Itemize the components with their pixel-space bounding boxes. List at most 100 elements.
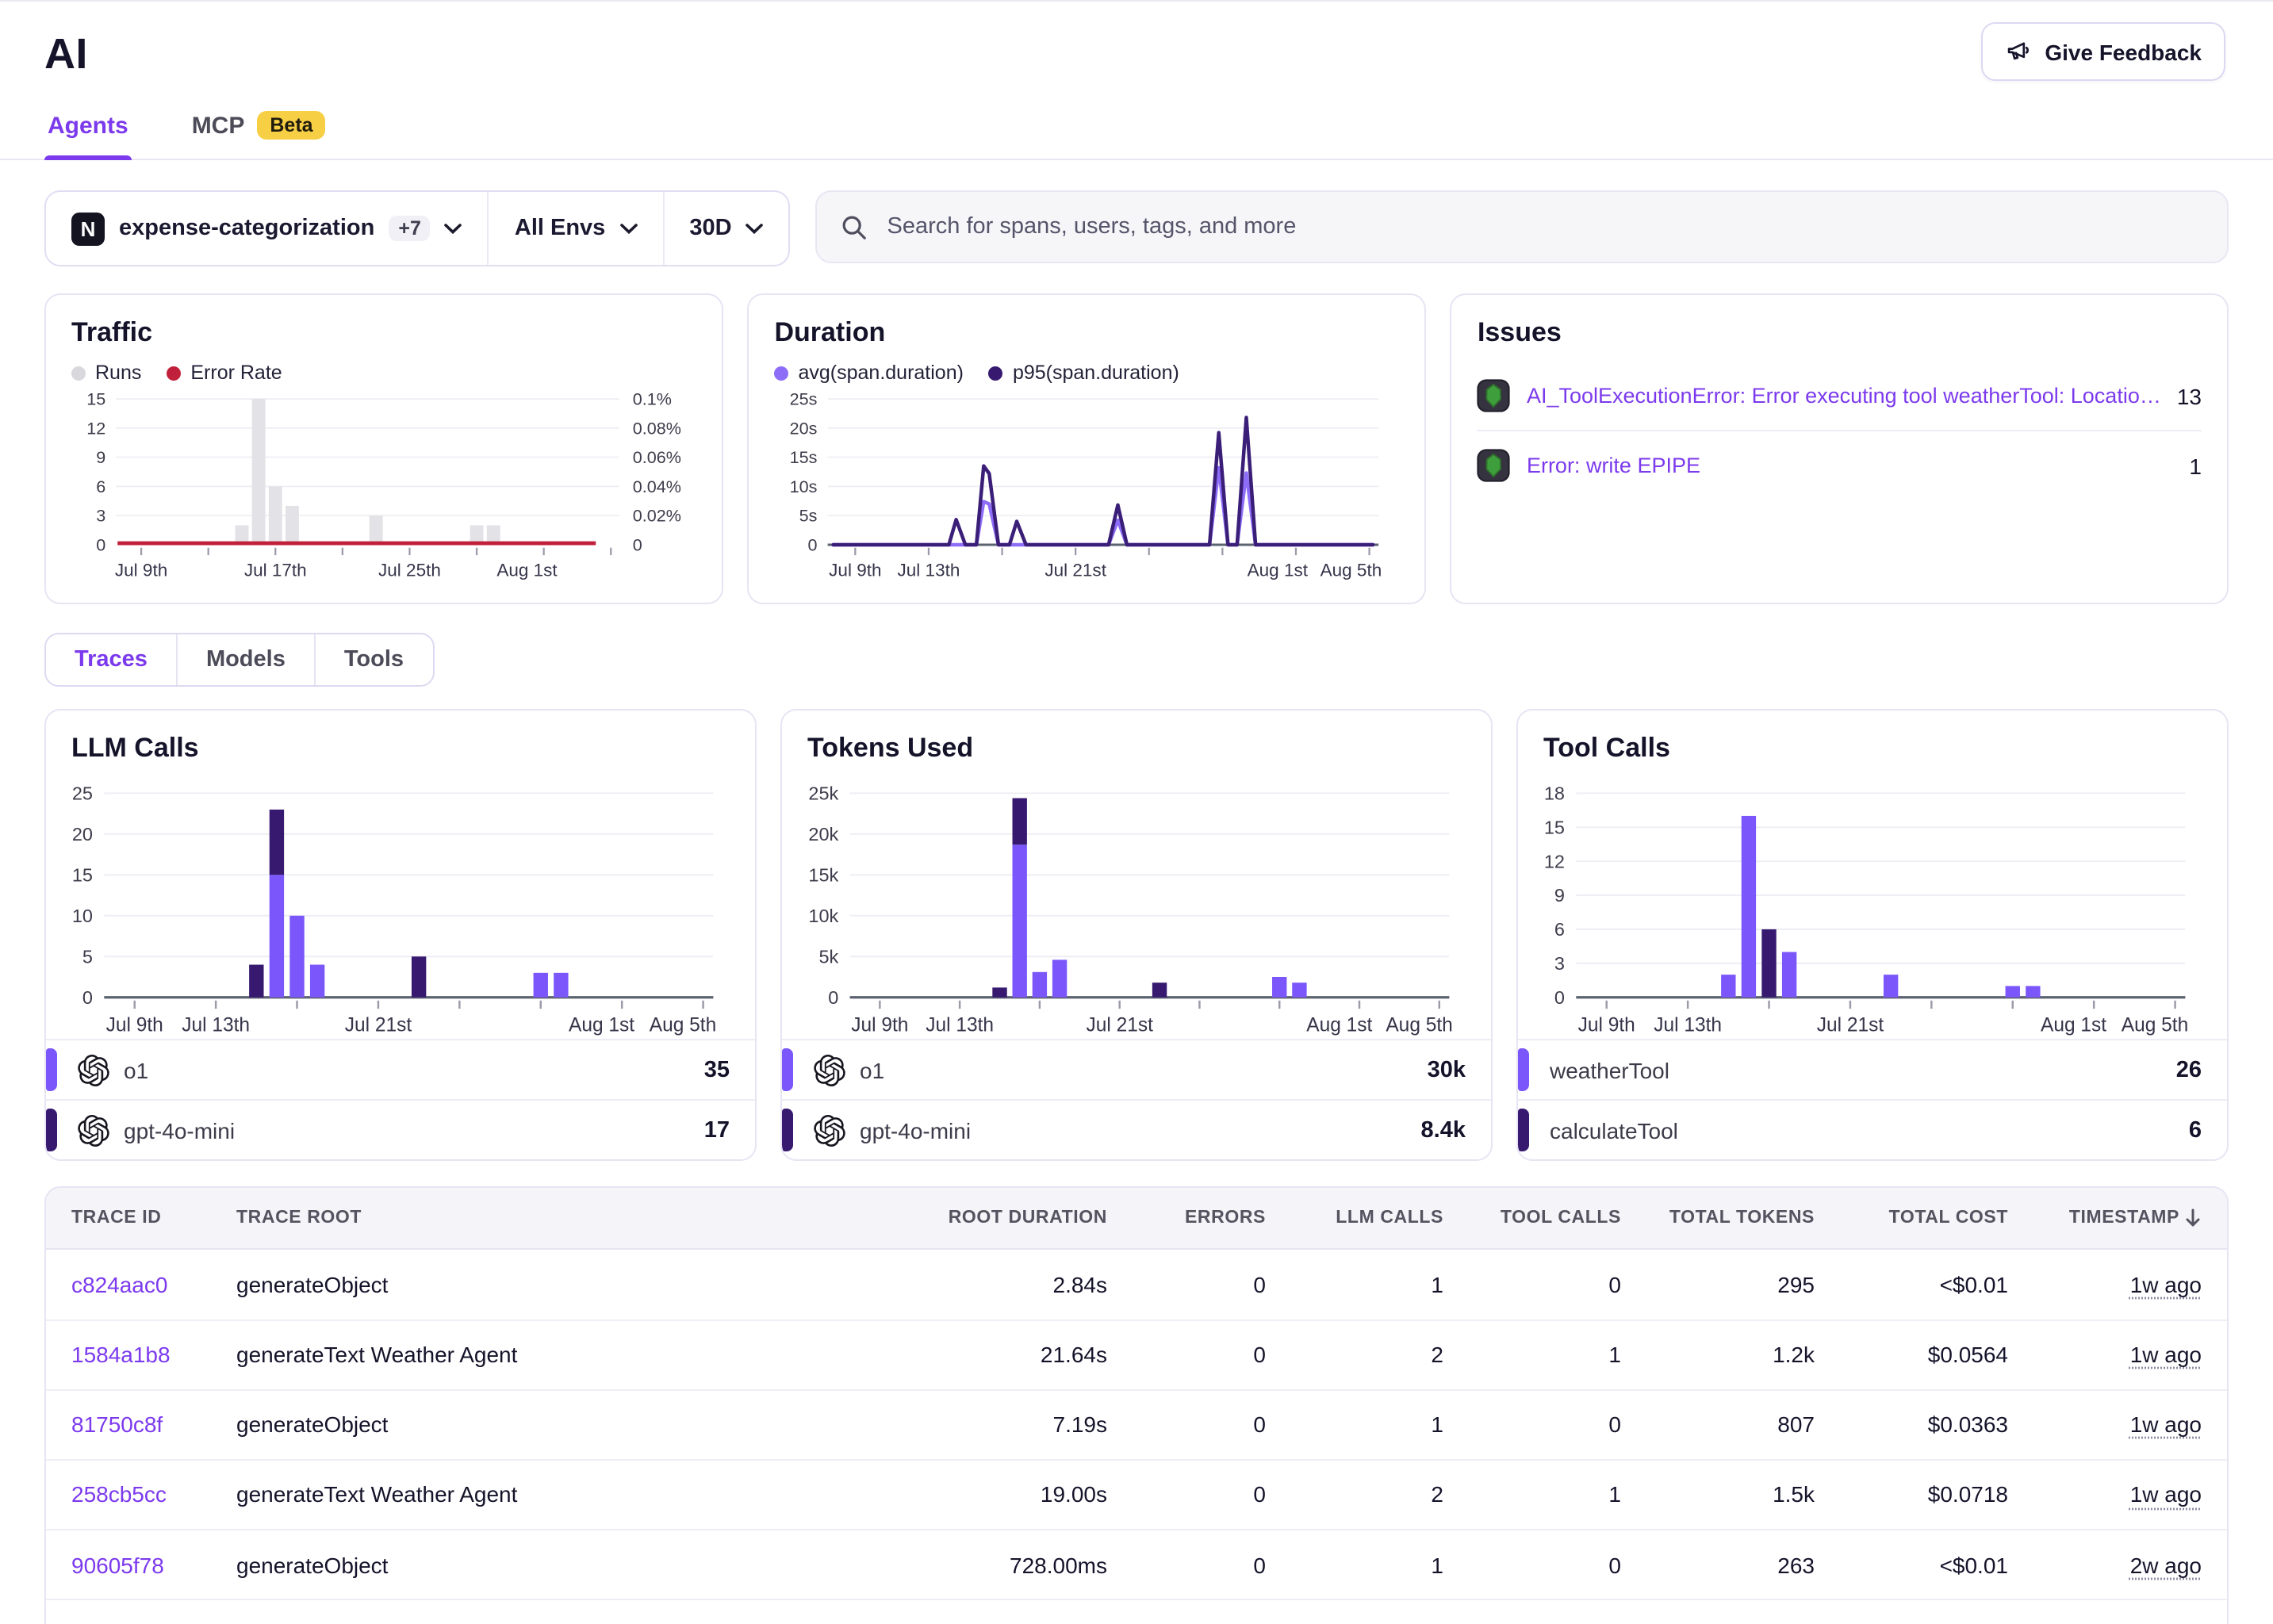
tool-calls-card: Tool Calls 0369121518Jul 9thJul 13thJul … [1516,709,2229,1162]
tool-calls-legend: weatherTool26calculateTool6 [1518,1040,2227,1160]
color-swatch [782,1109,793,1152]
timestamp-link[interactable]: 1w ago [2008,1412,2202,1438]
cell-errors: 0 [1107,1272,1266,1297]
trace-id-link[interactable]: 258cb5cc [71,1482,236,1507]
cell-tool-calls: 1 [1443,1482,1621,1507]
chevron-down-icon [746,223,764,234]
svg-text:Aug 5th: Aug 5th [1320,560,1382,580]
traffic-legend: RunsError Rate [71,362,696,384]
issues-list: AI_ToolExecutionError: Error executing t… [1478,362,2202,500]
table-row[interactable]: 1b9a433bgenerateText Weather Agent4.95s0… [46,1601,2227,1624]
metric-legend-row: gpt-4o-mini 8.4k [782,1100,1491,1160]
svg-text:Aug 1st: Aug 1st [496,560,558,580]
cell-root-duration: 2.84s [869,1272,1107,1297]
overview-cards: Traffic RunsError Rate 0030.02%60.04%90.… [44,293,2229,604]
svg-text:Aug 5th: Aug 5th [650,1014,716,1036]
openai-logo-icon [814,1055,845,1086]
agent-filter-dropdown[interactable]: N expense-categorization +7 [46,192,489,265]
svg-text:25s: 25s [790,389,818,409]
timestamp-link[interactable]: 2w ago [2008,1552,2202,1577]
svg-text:Jul 9th: Jul 9th [1578,1014,1635,1036]
column-total-cost[interactable]: TOTAL COST [1815,1209,2008,1228]
color-swatch [1518,1109,1529,1152]
cell-trace-root: generateObject [236,1272,869,1297]
svg-text:9: 9 [1554,885,1565,906]
svg-text:6: 6 [96,477,105,496]
duration-chart: 05s10s15s20s25sJul 9thJul 13thJul 21stAu… [774,387,1399,584]
agent-more-badge: +7 [389,216,431,241]
column-llm-calls[interactable]: LLM CALLS [1266,1209,1443,1228]
svg-text:Jul 25th: Jul 25th [378,560,441,580]
metric-legend-value: 30k [1428,1058,1466,1083]
issue-link[interactable]: Error: write EPIPE [1527,454,2173,477]
table-row[interactable]: 258cb5ccgenerateText Weather Agent19.00s… [46,1461,2227,1530]
svg-text:Jul 21st: Jul 21st [1045,560,1107,580]
timestamp-link[interactable]: 1w ago [2008,1342,2202,1367]
search-input[interactable] [884,213,2203,241]
tab-models[interactable]: Models [178,634,316,685]
column-tool-calls[interactable]: TOOL CALLS [1443,1209,1621,1228]
trace-id-link[interactable]: 90605f78 [71,1552,236,1577]
legend-label: Runs [95,362,141,384]
svg-text:Jul 13th: Jul 13th [182,1014,250,1036]
page-title: AI [44,30,88,79]
tab-mcp[interactable]: MCP Beta [189,102,329,159]
svg-text:0: 0 [96,534,105,554]
traffic-chart: 0030.02%60.04%90.06%120.08%150.1%Jul 9th… [71,387,696,584]
env-filter-dropdown[interactable]: All Envs [489,192,664,265]
metric-legend-row: weatherTool26 [1518,1040,2227,1100]
tab-tools[interactable]: Tools [316,634,432,685]
column-trace-id[interactable]: TRACE ID [71,1209,236,1228]
table-row[interactable]: c824aac0generateObject2.84s010295<$0.011… [46,1251,2227,1320]
cell-trace-root: generateText Weather Agent [236,1342,869,1367]
cell-tool-calls: 0 [1443,1412,1621,1438]
cell-total-tokens: 1.5k [1621,1482,1815,1507]
timestamp-link[interactable]: 1w ago [2008,1482,2202,1507]
tool-calls-chart: 0369121518Jul 9thJul 13thJul 21stAug 1st… [1527,780,2208,1040]
tab-agents[interactable]: Agents [44,102,132,159]
table-row[interactable]: 81750c8fgenerateObject7.19s010807$0.0363… [46,1390,2227,1460]
give-feedback-button[interactable]: Give Feedback [1981,22,2225,81]
column-total-tokens[interactable]: TOTAL TOKENS [1621,1209,1815,1228]
svg-text:15k: 15k [808,864,838,885]
cell-trace-root: generateText Weather Agent [236,1482,869,1507]
beta-badge: Beta [257,111,325,140]
svg-text:Aug 5th: Aug 5th [2122,1014,2188,1036]
column-errors[interactable]: ERRORS [1107,1209,1266,1228]
table-row[interactable]: 1584a1b8generateText Weather Agent21.64s… [46,1320,2227,1390]
trace-id-link[interactable]: 1584a1b8 [71,1342,236,1367]
cell-root-duration: 21.64s [869,1342,1107,1367]
cell-errors: 0 [1107,1482,1266,1507]
svg-text:Jul 13th: Jul 13th [1654,1014,1722,1036]
timestamp-link[interactable]: 1w ago [2008,1272,2202,1297]
column-trace-root[interactable]: TRACE ROOT [236,1209,869,1228]
column-timestamp[interactable]: TIMESTAMP [2008,1209,2202,1228]
trace-id-link[interactable]: c824aac0 [71,1272,236,1297]
svg-text:0: 0 [633,534,642,554]
legend-item: avg(span.duration) [774,362,963,384]
svg-text:Jul 21st: Jul 21st [345,1014,412,1036]
cell-llm-calls: 1 [1266,1412,1443,1438]
table-row[interactable]: 90605f78generateObject728.00ms010263<$0.… [46,1530,2227,1600]
tab-traces[interactable]: Traces [46,634,178,685]
svg-text:Aug 1st: Aug 1st [569,1014,634,1036]
column-root-duration[interactable]: ROOT DURATION [869,1209,1107,1228]
ai-dashboard: AI Give Feedback Agents MCP Beta N expen… [0,0,2273,1624]
search-bar[interactable] [816,190,2229,263]
cell-total-cost: <$0.01 [1815,1552,2008,1577]
date-range-label: 30D [689,216,731,241]
svg-text:Jul 21st: Jul 21st [1817,1014,1884,1036]
svg-text:15: 15 [72,864,93,885]
metric-legend-label: gpt-4o-mini [860,1118,971,1143]
svg-text:12: 12 [86,418,105,438]
legend-item: Runs [71,362,141,384]
cell-tool-calls: 1 [1443,1342,1621,1367]
trace-id-link[interactable]: 81750c8f [71,1412,236,1438]
svg-text:0.08%: 0.08% [633,418,681,438]
metric-legend-value: 8.4k [1421,1118,1466,1143]
cell-trace-root: generateObject [236,1552,869,1577]
column-timestamp-label: TIMESTAMP [2069,1209,2179,1228]
issue-link[interactable]: AI_ToolExecutionError: Error executing t… [1527,384,2161,408]
date-range-dropdown[interactable]: 30D [664,192,788,265]
tool-calls-title: Tool Calls [1543,733,2202,764]
